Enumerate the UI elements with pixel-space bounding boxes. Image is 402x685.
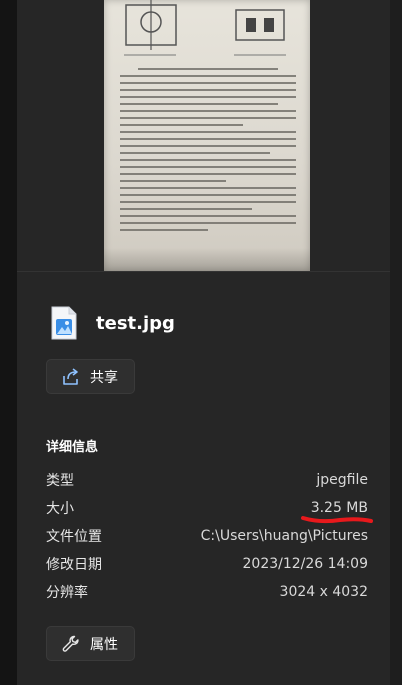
detail-row-type: 类型 jpegfile	[46, 469, 368, 491]
file-name: test.jpg	[96, 312, 175, 334]
red-annotation-underline	[301, 516, 373, 524]
detail-label: 修改日期	[46, 557, 102, 573]
detail-row-modified: 修改日期 2023/12/26 14:09	[46, 553, 368, 575]
detail-value: jpegfile	[316, 472, 368, 488]
detail-value: 3024 x 4032	[279, 584, 368, 600]
detail-row-location: 文件位置 C:\Users\huang\Pictures	[46, 525, 368, 547]
properties-label: 属性	[90, 636, 118, 653]
share-button[interactable]: 共享	[46, 359, 135, 394]
details-heading: 详细信息	[46, 440, 99, 455]
image-file-icon	[50, 305, 78, 341]
share-icon	[61, 367, 81, 387]
share-label: 共享	[90, 369, 118, 386]
detail-row-resolution: 分辨率 3024 x 4032	[46, 581, 368, 603]
left-window-edge	[0, 0, 17, 685]
detail-label: 大小	[46, 501, 74, 517]
wrench-icon	[61, 634, 81, 654]
image-preview	[104, 0, 310, 272]
detail-label: 分辨率	[46, 585, 88, 601]
detail-label: 类型	[46, 473, 74, 489]
detail-label: 文件位置	[46, 529, 102, 545]
document-diagram	[124, 0, 286, 56]
file-header: test.jpg	[50, 303, 175, 343]
detail-value: 2023/12/26 14:09	[242, 556, 369, 572]
preview-separator	[17, 271, 390, 272]
detail-value[interactable]: C:\Users\huang\Pictures	[201, 528, 368, 544]
scrollbar-track[interactable]	[390, 0, 402, 685]
document-text-lines	[120, 68, 296, 236]
properties-button[interactable]: 属性	[46, 626, 135, 661]
